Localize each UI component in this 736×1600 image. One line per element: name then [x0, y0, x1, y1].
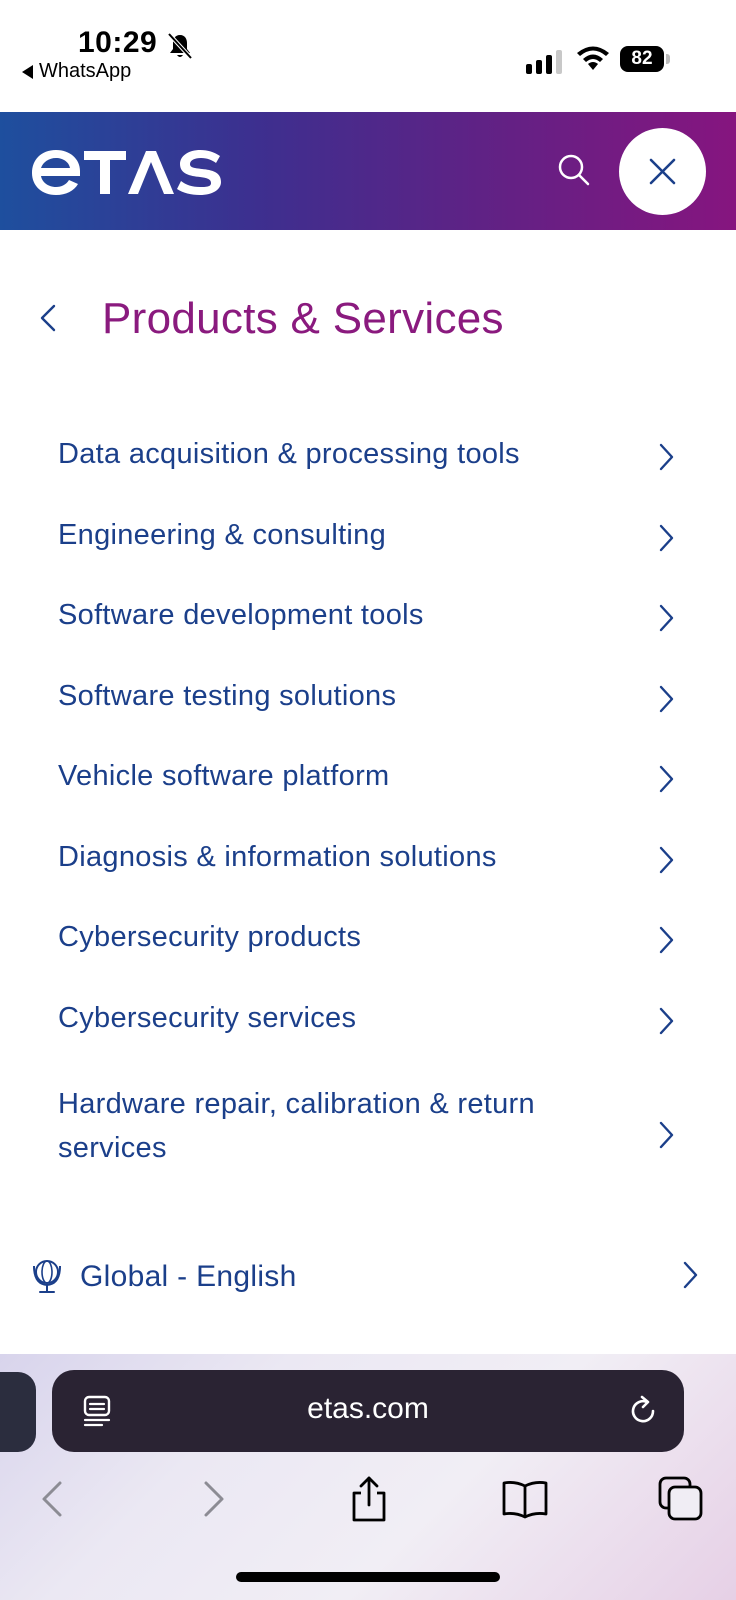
chevron-right-icon: [683, 1261, 698, 1289]
url-text: etas.com: [307, 1392, 429, 1425]
chevron-right-icon: [659, 1121, 674, 1149]
chevron-right-icon: [659, 765, 674, 793]
tabs-icon[interactable]: [656, 1474, 706, 1524]
battery-tip: [666, 54, 670, 64]
menu-item-label: Hardware repair, calibration & return se…: [58, 1088, 535, 1164]
etas-logo[interactable]: [30, 146, 224, 198]
site-header: [0, 112, 736, 230]
battery-level: 82: [620, 46, 664, 72]
menu-item-label: Vehicle software platform: [58, 760, 390, 792]
status-time: 10:29: [78, 26, 158, 59]
menu-item-label: Engineering & consulting: [58, 518, 387, 551]
chevron-right-icon: [659, 926, 674, 954]
chevron-right-icon: [659, 524, 674, 551]
menu-item-label: Cybersecurity products: [58, 921, 362, 953]
menu-item-cybersecurity-products[interactable]: Cybersecurity products: [0, 901, 736, 982]
back-icon[interactable]: [28, 1474, 78, 1524]
menu-item-cybersecurity-services[interactable]: Cybersecurity services: [0, 982, 736, 1063]
page-title: Products & Services: [102, 294, 504, 343]
status-bar: 10:29 WhatsApp 82: [0, 0, 736, 112]
signal-icon: [526, 50, 562, 74]
share-icon[interactable]: [344, 1474, 394, 1524]
menu-item-data-acquisition[interactable]: Data acquisition & processing tools: [0, 418, 736, 499]
menu-item-software-development-tools[interactable]: Software development tools: [0, 579, 736, 660]
globe-icon: [33, 1260, 61, 1293]
back-triangle-icon: [22, 64, 33, 79]
address-bar[interactable]: etas.com: [52, 1370, 684, 1452]
back-to-app-link[interactable]: WhatsApp: [22, 60, 131, 83]
chevron-right-icon: [659, 604, 674, 632]
menu-item-software-testing-solutions[interactable]: Software testing solutions: [0, 660, 736, 741]
search-icon[interactable]: [554, 150, 594, 190]
menu-item-label: Software development tools: [58, 599, 424, 631]
menu-item-label: Software testing solutions: [58, 679, 397, 712]
menu-item-label: Diagnosis & information solutions: [58, 840, 497, 873]
language-selector[interactable]: Global - English: [0, 1248, 736, 1304]
back-app-label: WhatsApp: [39, 60, 132, 82]
battery-icon: 82: [620, 46, 670, 72]
browser-toolbar: etas.com: [0, 1354, 736, 1600]
bookmarks-icon[interactable]: [500, 1474, 550, 1524]
chevron-right-icon: [659, 846, 674, 873]
previous-tab-preview[interactable]: [0, 1372, 36, 1452]
chevron-right-icon: [659, 685, 674, 712]
wifi-icon: [577, 46, 609, 70]
home-indicator: [236, 1572, 500, 1582]
chevron-left-icon[interactable]: [34, 300, 64, 336]
reload-icon[interactable]: [628, 1394, 660, 1428]
chevron-right-icon: [659, 443, 674, 471]
close-icon: [649, 158, 676, 185]
bell-slash-icon: [167, 32, 193, 60]
menu-item-label: Data acquisition & processing tools: [58, 438, 520, 470]
menu-item-diagnosis-information[interactable]: Diagnosis & information solutions: [0, 821, 736, 902]
forward-icon[interactable]: [188, 1474, 238, 1524]
menu-item-engineering-consulting[interactable]: Engineering & consulting: [0, 499, 736, 580]
products-menu-list: Data acquisition & processing tools Engi…: [0, 418, 736, 1202]
menu-item-hardware-repair[interactable]: Hardware repair, calibration & return se…: [0, 1062, 736, 1202]
chevron-right-icon: [659, 1007, 674, 1034]
close-menu-button[interactable]: [619, 128, 706, 215]
menu-item-vehicle-software-platform[interactable]: Vehicle software platform: [0, 740, 736, 821]
menu-item-label: Cybersecurity services: [58, 1001, 357, 1034]
panel-header: Products & Services: [0, 280, 736, 360]
language-label: Global - English: [80, 1260, 297, 1293]
